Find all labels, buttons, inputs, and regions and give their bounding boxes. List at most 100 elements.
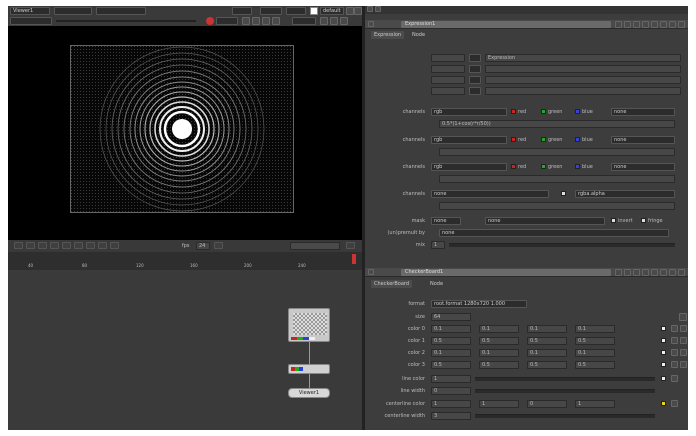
expression-header-btn-3[interactable] [642,21,649,28]
color-field[interactable]: 0.1 [479,325,519,333]
channel-select[interactable] [232,7,252,15]
channels-select[interactable]: rgb [431,108,507,116]
color-anim-icon[interactable] [680,349,687,356]
centerline-color-field[interactable]: 1 [431,400,471,408]
channel-expr-field[interactable]: 0.5*(1+cos(r*r/50)) [439,120,675,128]
expression-panel-header[interactable]: Expression1 [365,20,688,29]
green-check[interactable] [541,137,546,142]
color-field[interactable]: 0.1 [575,349,615,357]
playback-range-field[interactable] [290,242,340,250]
play-back-button[interactable] [38,242,47,249]
expression-header-btn-0[interactable] [615,21,622,28]
size-anim-icon[interactable] [679,313,687,321]
tab-expression[interactable]: Expression [371,31,405,39]
input-a-select[interactable] [10,17,52,25]
temp-expr-field[interactable]: Expression [485,54,681,62]
close-icon[interactable] [678,269,685,276]
color-field[interactable]: 0.5 [431,337,471,345]
color-field[interactable]: 0.5 [479,337,519,345]
centerline-color-field[interactable]: 1 [575,400,615,408]
channel-expr-field[interactable] [439,175,675,183]
temp-link-1[interactable] [469,65,481,73]
color-field[interactable]: 0.5 [479,361,519,369]
blue-check[interactable] [575,109,580,114]
color-field[interactable]: 0.5 [527,337,567,345]
channels-extra-select[interactable]: none [611,136,675,144]
color-field[interactable]: 0.1 [431,325,471,333]
line-color-field[interactable]: 1 [431,375,471,383]
color-picker-icon[interactable] [671,361,678,368]
grid-icon[interactable] [346,7,354,15]
goto-start-button[interactable] [14,242,23,249]
checker-header-btn-0[interactable] [615,269,622,276]
mask-channel-select[interactable]: none [485,217,605,225]
expression-header-btn-5[interactable] [660,21,667,28]
goto-end-button[interactable] [86,242,95,249]
temp-name-field[interactable] [431,87,465,95]
blue-check[interactable] [575,137,580,142]
record-icon[interactable] [206,17,214,25]
expression-header-btn-1[interactable] [624,21,631,28]
centerline-width-field[interactable]: 3 [431,412,471,420]
channels-extra-select[interactable]: none [611,108,675,116]
alpha-check[interactable] [561,191,566,196]
tab-node[interactable]: Node [427,280,446,288]
color-picker-icon[interactable] [671,337,678,344]
layer-select[interactable] [96,7,146,15]
temp-name-field[interactable] [431,54,465,62]
color-field[interactable]: 0.1 [575,325,615,333]
play-button[interactable] [62,242,71,249]
lock-icon[interactable] [242,17,250,25]
frame-select[interactable] [260,7,282,15]
red-check[interactable] [511,164,516,169]
color-field[interactable]: 0.5 [431,361,471,369]
channel-expr-field[interactable] [439,148,675,156]
color-swatch[interactable] [661,362,666,367]
refresh-icon[interactable] [262,17,270,25]
temp-link-0[interactable] [469,54,481,62]
view-icon[interactable] [330,17,338,25]
channels-select[interactable]: none [431,190,549,198]
checker-header-btn-2[interactable] [633,269,640,276]
green-check[interactable] [541,164,546,169]
range-lock-button[interactable] [346,242,355,249]
lut-select[interactable] [292,17,316,25]
mix-slider[interactable] [449,243,675,247]
channels-extra-select[interactable]: none [611,163,675,171]
channels-select[interactable]: rgb [431,163,507,171]
temp-expr-field[interactable] [485,87,681,95]
color-field[interactable]: 0.5 [575,337,615,345]
checker-header-btn-1[interactable] [624,269,631,276]
bounce-button[interactable] [110,242,119,249]
color-picker-icon[interactable] [671,325,678,332]
temp-name-field[interactable] [431,65,465,73]
temp-name-field[interactable] [431,76,465,84]
color-field[interactable]: 0.1 [431,349,471,357]
size-field[interactable]: 64 [431,313,471,321]
fringe-check[interactable] [641,218,646,223]
channel-expr-field[interactable] [439,202,675,210]
checker-header-btn-6[interactable] [669,269,676,276]
expression-node[interactable] [288,364,330,374]
color-swatch[interactable] [661,326,666,331]
checker-header-btn-5[interactable] [660,269,667,276]
settings-icon[interactable] [340,17,348,25]
temp-link-2[interactable] [469,76,481,84]
checker-header-btn-4[interactable] [651,269,658,276]
color-swatch-icon[interactable] [310,7,318,15]
zoom-select[interactable] [216,17,238,25]
format-select[interactable]: root.format 1280x720 1.000 [431,300,527,308]
default-select[interactable]: default [320,7,344,15]
color-picker-icon[interactable] [671,400,678,407]
color-picker-icon[interactable] [671,375,678,382]
centerline-color-field[interactable]: 1 [479,400,519,408]
red-check[interactable] [511,109,516,114]
color-field[interactable]: 0.1 [527,325,567,333]
step-back-button[interactable] [26,242,35,249]
expression-header-btn-4[interactable] [651,21,658,28]
color-anim-icon[interactable] [680,325,687,332]
pause-icon[interactable] [272,17,280,25]
bin-settings-icon[interactable] [367,6,373,12]
playhead-marker[interactable] [352,254,356,264]
color-swatch[interactable] [661,350,666,355]
